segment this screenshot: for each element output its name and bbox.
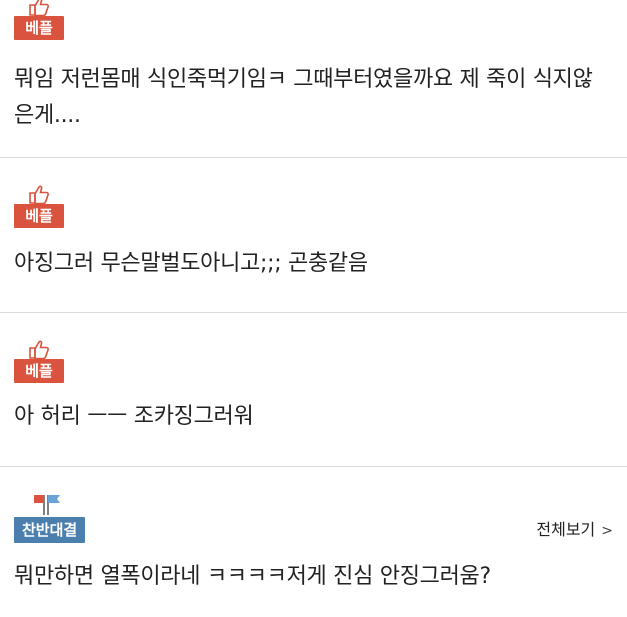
best-label: 베플 — [14, 0, 66, 40]
chevron-right-icon: > — [601, 523, 613, 539]
debate-section: 찬반대결 전체보기 > 뭐만하면 열폭이라네 ㅋㅋㅋㅋ저게 진심 안징그러움? — [0, 467, 627, 617]
debate-badge: 찬반대결 — [14, 517, 86, 543]
comment-text: 아 허리 ㅡㅡ 조카징그러워 — [14, 404, 254, 429]
flags-icon — [34, 495, 60, 515]
best-comment-2: 베플 아징그러 무슨말벌도아니고;;; 곤충같음 — [0, 158, 627, 313]
best-comment-3: 베플 아 허리 ㅡㅡ 조카징그러워 — [0, 313, 627, 467]
best-label: 베플 — [14, 339, 66, 383]
best-badge: 베플 — [14, 16, 64, 40]
comment-text: 뭐만하면 열폭이라네 ㅋㅋㅋㅋ저게 진심 안징그러움? — [14, 564, 491, 589]
thumbs-up-icon — [29, 185, 49, 204]
best-badge: 베플 — [14, 359, 64, 383]
view-all-label: 전체보기 — [536, 520, 596, 539]
thumbs-up-icon — [29, 0, 49, 16]
best-label: 베플 — [14, 184, 66, 228]
best-comment-1: 베플 뭐임 저런몸매 식인죽먹기임ㅋ 그때부터였을까요 제 죽이 식지않은게..… — [0, 0, 627, 158]
view-all-link[interactable]: 전체보기 > — [536, 517, 613, 544]
best-badge: 베플 — [14, 204, 64, 228]
thumbs-up-icon — [29, 340, 49, 359]
comment-text: 아징그러 무슨말벌도아니고;;; 곤충같음 — [14, 251, 368, 276]
comment-text: 뭐임 저런몸매 식인죽먹기임ㅋ 그때부터였을까요 제 죽이 식지않은게.... — [14, 67, 593, 128]
